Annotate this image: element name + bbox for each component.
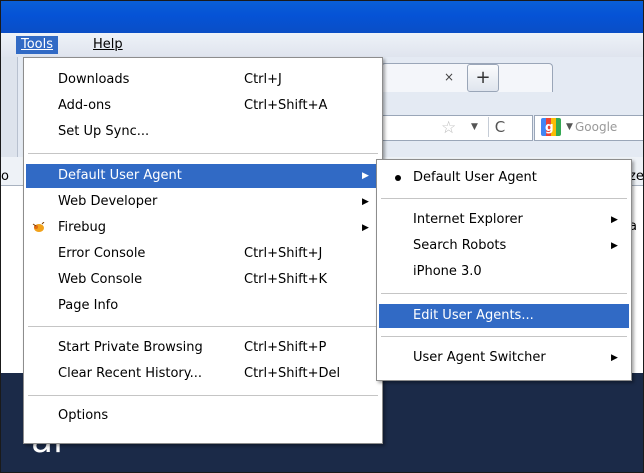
menu-item-add-ons[interactable]: Add-ons Ctrl+Shift+A xyxy=(26,94,380,118)
menu-item-shortcut: Ctrl+Shift+Del xyxy=(244,366,341,381)
menu-item-label: Set Up Sync... xyxy=(58,124,150,139)
menu-item-start-private-browsing[interactable]: Start Private Browsing Ctrl+Shift+P xyxy=(26,336,380,360)
menu-item-shortcut: Ctrl+Shift+A xyxy=(244,98,328,113)
submenu-item-edit-user-agents[interactable]: Edit User Agents... xyxy=(379,304,629,328)
google-logo-icon[interactable]: g xyxy=(541,118,561,136)
menu-item-label: Web Developer xyxy=(58,194,158,209)
menu-item-label: Error Console xyxy=(58,246,146,261)
submenu-item-default-user-agent[interactable]: Default User Agent xyxy=(379,166,629,190)
menu-item-label: Firebug xyxy=(58,220,106,235)
menu-item-downloads[interactable]: Downloads Ctrl+J xyxy=(26,68,380,92)
menu-item-label: Web Console xyxy=(58,272,143,287)
app-window: Tools Help × + ☆ ▼ C g ▼ Google o ze a a… xyxy=(0,0,644,473)
menu-item-label: Page Info xyxy=(58,298,119,313)
menu-item-set-up-sync[interactable]: Set Up Sync... xyxy=(26,120,380,144)
submenu-item-internet-explorer[interactable]: Internet Explorer ▶ xyxy=(379,208,629,232)
checked-bullet-icon xyxy=(395,175,401,181)
menu-tools-label: Tools xyxy=(21,37,54,52)
submenu-item-label: Default User Agent xyxy=(413,170,537,185)
title-bar xyxy=(1,1,643,33)
menu-item-firebug[interactable]: Firebug ▶ xyxy=(26,216,380,240)
menu-separator xyxy=(381,336,627,337)
menu-item-options[interactable]: Options xyxy=(26,404,380,428)
url-dropdown-icon[interactable]: ▼ xyxy=(471,122,478,132)
menu-item-web-developer[interactable]: Web Developer ▶ xyxy=(26,190,380,214)
submenu-arrow-icon: ▶ xyxy=(611,215,618,225)
menu-item-web-console[interactable]: Web Console Ctrl+Shift+K xyxy=(26,268,380,292)
menu-separator xyxy=(28,326,378,327)
menu-help-label: Help xyxy=(93,37,123,52)
search-engine-dropdown-icon[interactable]: ▼ xyxy=(566,122,573,132)
tab-close-icon[interactable]: × xyxy=(441,69,457,85)
menu-item-label: Clear Recent History... xyxy=(58,366,202,381)
menu-separator xyxy=(28,395,378,396)
menu-item-error-console[interactable]: Error Console Ctrl+Shift+J xyxy=(26,242,380,266)
submenu-arrow-icon: ▶ xyxy=(611,353,618,363)
reload-icon[interactable]: C xyxy=(488,117,511,137)
new-tab-button[interactable]: + xyxy=(467,64,499,92)
menu-item-label: Default User Agent xyxy=(58,168,182,183)
menu-item-label: Options xyxy=(58,408,109,423)
menu-item-page-info[interactable]: Page Info xyxy=(26,294,380,318)
submenu-item-label: iPhone 3.0 xyxy=(413,264,482,279)
menu-bar: Tools Help xyxy=(1,33,643,57)
search-placeholder: Google xyxy=(575,120,618,134)
menu-separator xyxy=(28,153,378,154)
submenu-arrow-icon: ▶ xyxy=(362,223,369,233)
submenu-arrow-icon: ▶ xyxy=(362,171,369,181)
user-agent-submenu: Default User Agent Internet Explorer ▶ S… xyxy=(376,159,632,381)
submenu-item-search-robots[interactable]: Search Robots ▶ xyxy=(379,234,629,258)
menu-item-shortcut: Ctrl+Shift+P xyxy=(244,340,327,355)
submenu-item-label: Edit User Agents... xyxy=(413,308,534,323)
menu-item-label: Add-ons xyxy=(58,98,112,113)
submenu-item-label: Internet Explorer xyxy=(413,212,523,227)
menu-help[interactable]: Help xyxy=(88,36,128,54)
menu-item-shortcut: Ctrl+Shift+K xyxy=(244,272,327,287)
submenu-arrow-icon: ▶ xyxy=(611,241,618,251)
menu-item-shortcut: Ctrl+J xyxy=(244,72,282,87)
menu-item-shortcut: Ctrl+Shift+J xyxy=(244,246,323,261)
submenu-item-label: Search Robots xyxy=(413,238,507,253)
bookmark-star-icon[interactable]: ☆ xyxy=(441,119,456,137)
menu-item-label: Downloads xyxy=(58,72,130,87)
menu-separator xyxy=(381,293,627,294)
bg-text-left: o xyxy=(1,169,9,184)
tools-menu: Downloads Ctrl+J Add-ons Ctrl+Shift+A Se… xyxy=(23,57,383,444)
menu-item-default-user-agent[interactable]: Default User Agent ▶ xyxy=(26,164,380,188)
submenu-item-label: User Agent Switcher xyxy=(413,350,546,365)
menu-item-label: Start Private Browsing xyxy=(58,340,203,355)
menu-item-clear-recent-history[interactable]: Clear Recent History... Ctrl+Shift+Del xyxy=(26,362,380,386)
menu-separator xyxy=(381,198,627,199)
firebug-icon xyxy=(32,222,45,232)
menu-tools[interactable]: Tools xyxy=(16,36,59,54)
submenu-item-user-agent-switcher[interactable]: User Agent Switcher ▶ xyxy=(379,346,629,370)
google-logo-letter: g xyxy=(545,120,554,134)
submenu-arrow-icon: ▶ xyxy=(362,197,369,207)
submenu-item-iphone[interactable]: iPhone 3.0 xyxy=(379,260,629,284)
